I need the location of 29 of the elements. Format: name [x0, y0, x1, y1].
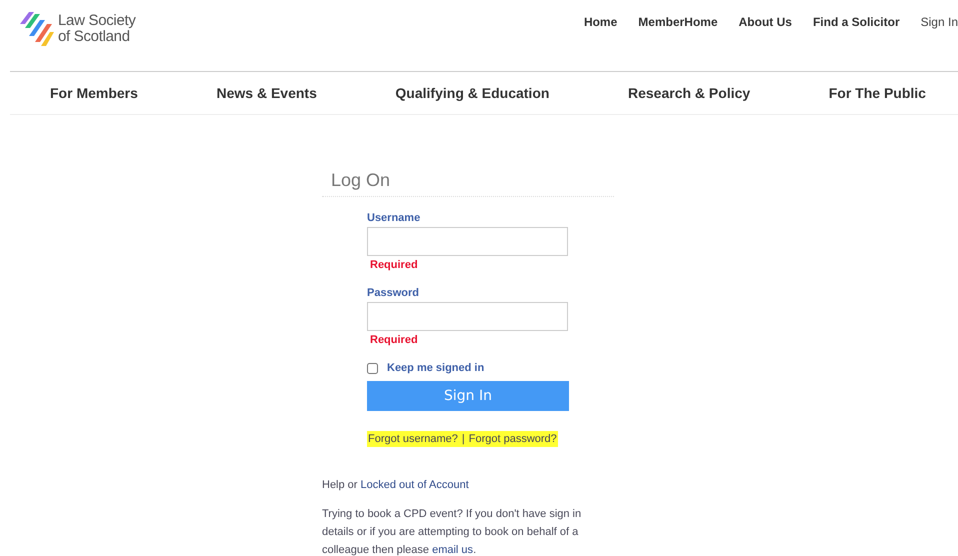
- header-link[interactable]: MemberHome: [638, 15, 718, 29]
- email-link[interactable]: email us: [432, 544, 474, 556]
- help-text: Help or Locked out of Account: [322, 479, 470, 491]
- logo-text: of Scotland: [58, 29, 130, 45]
- separator: |: [462, 433, 465, 445]
- error-message: Required: [370, 259, 419, 271]
- logo-text: Law Society: [58, 13, 136, 29]
- nav-link[interactable]: News & Events: [216, 85, 317, 101]
- field-label: Password: [367, 287, 420, 299]
- nav-link[interactable]: Qualifying & Education: [395, 85, 550, 101]
- nav-link[interactable]: For Members: [50, 85, 138, 101]
- header-link[interactable]: Home: [584, 15, 618, 29]
- stripes-logo-icon[interactable]: [20, 10, 54, 48]
- field-label: Username: [367, 212, 422, 224]
- nav-link[interactable]: For The Public: [828, 85, 926, 101]
- input-field[interactable]: [367, 227, 568, 256]
- locked-out-link[interactable]: Locked out of Account: [360, 479, 469, 491]
- checkbox[interactable]: [367, 362, 378, 374]
- nav-link[interactable]: Research & Policy: [628, 85, 750, 101]
- input-field[interactable]: [367, 302, 568, 331]
- checkbox-label[interactable]: Keep me signed in: [387, 362, 484, 374]
- recovery-link[interactable]: Forgot password?: [468, 433, 557, 445]
- header-link[interactable]: Find a Solicitor: [812, 15, 900, 29]
- header-link[interactable]: Sign In: [920, 15, 958, 29]
- cpd-paragraph: Trying to book a CPD event? If you don't have sign in details or if you are attempting to book on behalf of a colleague then please email us.: [322, 507, 582, 556]
- recovery-link[interactable]: Forgot username?: [368, 433, 458, 445]
- form-title: Log On: [322, 170, 614, 197]
- error-message: Required: [370, 334, 419, 346]
- header-link[interactable]: About Us: [738, 15, 792, 29]
